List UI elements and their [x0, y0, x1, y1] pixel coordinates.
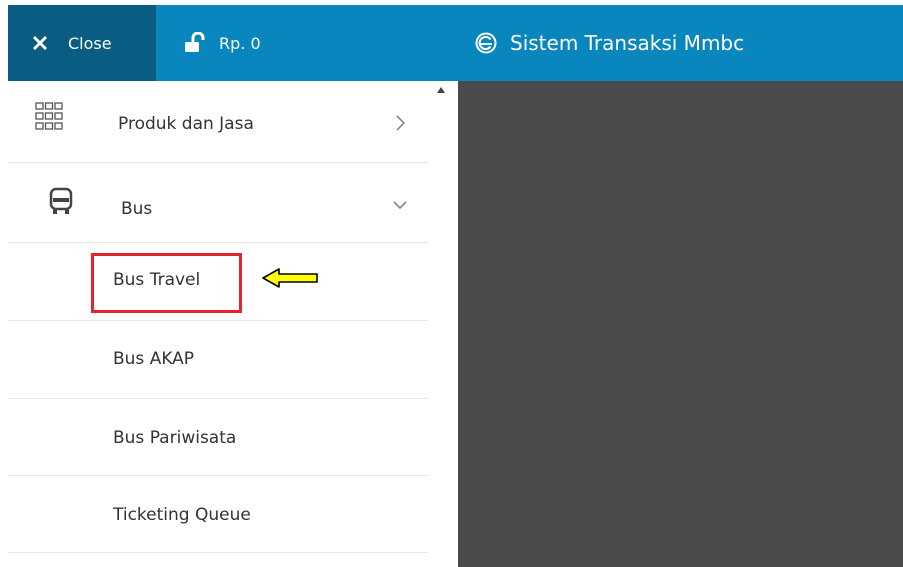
sidebar-scrollbar[interactable] — [428, 81, 458, 567]
chevron-right-icon — [396, 115, 406, 131]
scroll-up-arrow-icon[interactable] — [437, 87, 445, 93]
balance-indicator[interactable]: Rp. 0 — [184, 5, 261, 81]
sidebar-item-label: Ticketing Queue — [113, 505, 251, 525]
sidebar-item-produk-dan-jasa[interactable]: Produk dan Jasa — [8, 81, 428, 163]
unlock-icon — [185, 32, 205, 52]
sidebar-item-bus-pariwisata[interactable]: Bus Pariwisata — [8, 399, 428, 476]
globe-icon — [475, 32, 497, 54]
close-button[interactable]: Close — [8, 5, 156, 81]
grid-icon — [35, 102, 63, 130]
sidebar-item-bus[interactable]: Bus — [8, 163, 428, 243]
main-content-area — [458, 81, 903, 567]
app-title-text: Sistem Transaksi Mmbc — [510, 31, 745, 55]
annotation-highlight-box — [91, 253, 242, 313]
sidebar-item-label: Bus AKAP — [113, 349, 195, 369]
sidebar-item-bus-akap[interactable]: Bus AKAP — [8, 321, 428, 399]
balance-label: Rp. 0 — [219, 33, 261, 53]
sidebar-item-label: Bus — [121, 199, 153, 219]
bus-icon — [49, 187, 73, 214]
sidebar-item-label: Bus Pariwisata — [113, 428, 237, 448]
chevron-down-icon — [393, 201, 407, 210]
close-icon — [33, 36, 47, 50]
sidebar-item-label: Produk dan Jasa — [118, 114, 254, 134]
app-title: Sistem Transaksi Mmbc — [474, 5, 744, 81]
annotation-arrow-icon — [262, 268, 318, 288]
close-label: Close — [68, 33, 112, 53]
top-bar: Close Rp. 0 Sistem Transaksi Mmbc — [8, 5, 903, 81]
sidebar-item-ticketing-queue[interactable]: Ticketing Queue — [8, 476, 428, 553]
sidebar-menu: Produk dan Jasa Bus Bus Travel Bus AKAP … — [8, 81, 428, 567]
